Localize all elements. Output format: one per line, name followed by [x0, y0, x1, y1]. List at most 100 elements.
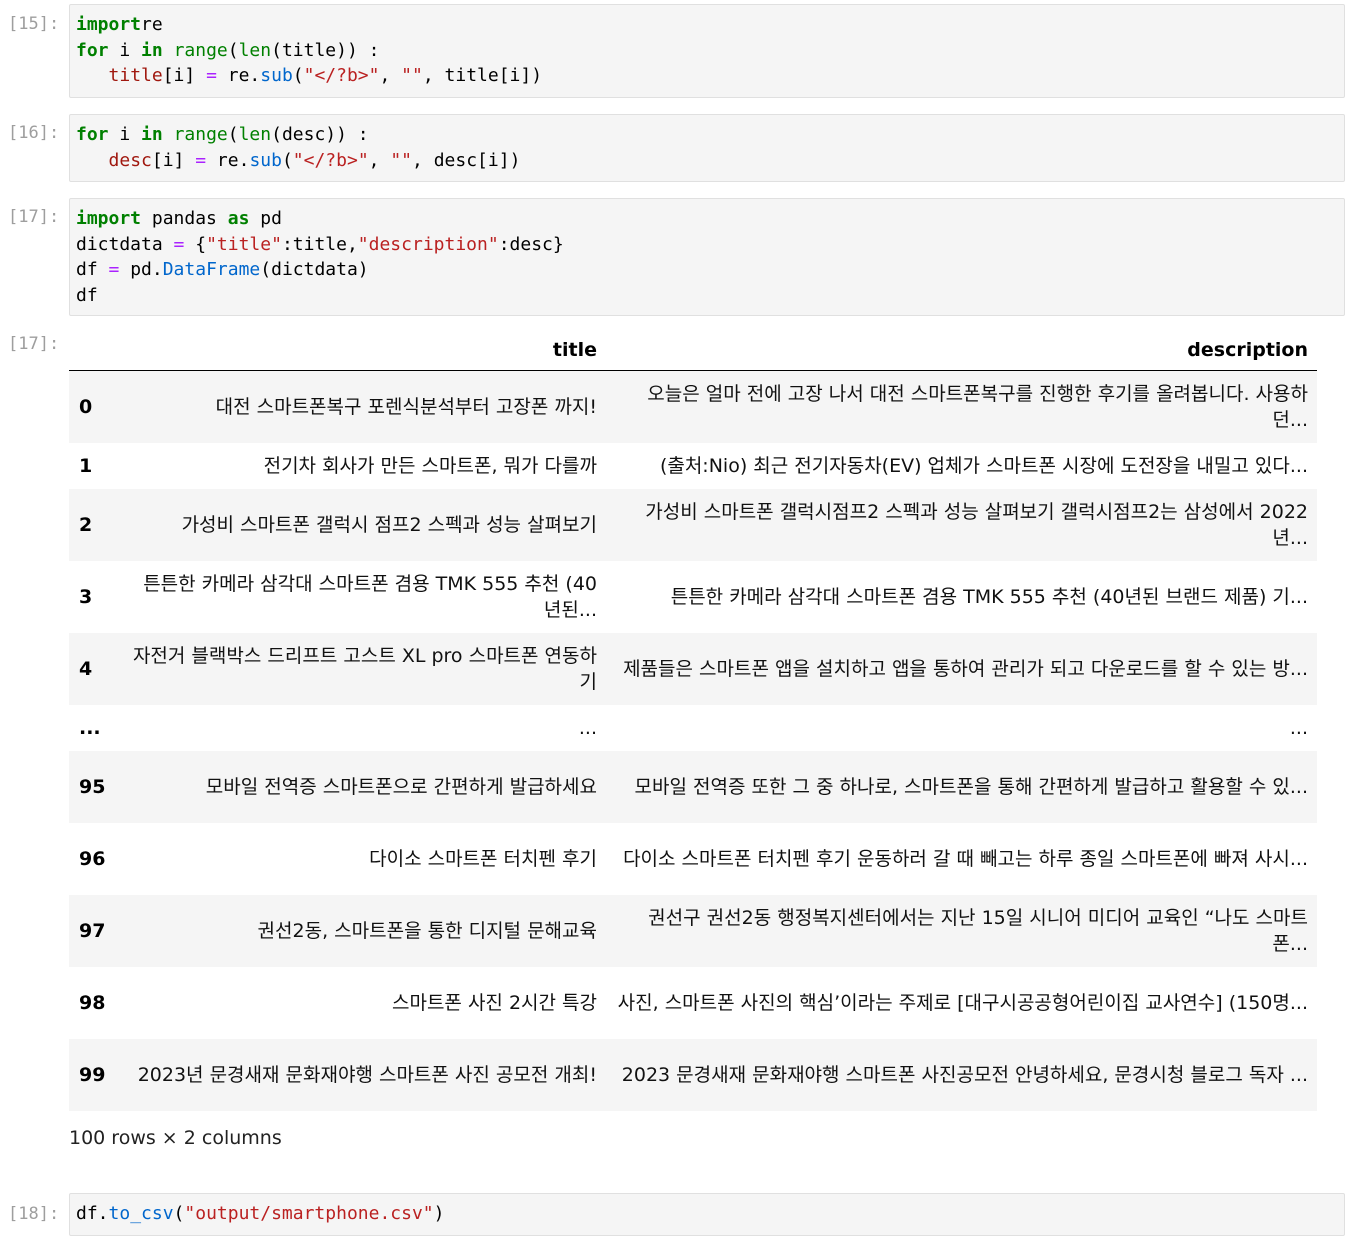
code-token: to_csv: [108, 1203, 174, 1224]
code-token: =: [108, 259, 120, 280]
row-index: 1: [79, 454, 93, 477]
cell-description: 가성비 스마트폰 갤럭시점프2 스펙과 성능 살펴보기 갤럭시점프2는 삼성에서…: [645, 500, 1308, 549]
code-cell-source[interactable]: import pandas as pd dictdata = {"title":t…: [70, 199, 1344, 315]
cell-title: 다이소 스마트폰 터치펜 후기: [369, 847, 597, 870]
code-cell-16[interactable]: for i in range(len(desc)) : desc[i] = re…: [69, 114, 1345, 182]
table-row: 1 전기차 회사가 만든 스마트폰, 뭐가 다를까 (출처:Nio) 최근 전기자동…: [69, 442, 1317, 489]
code-cell-15[interactable]: importre for i in range(len(title)) : tit…: [69, 4, 1345, 98]
code-line: df: [76, 283, 1338, 309]
cell-description: 모바일 전역증 또한 그 중 하나로, 스마트폰을 통해 간편하게 발급하고 활…: [634, 775, 1308, 798]
code-token: re: [141, 14, 163, 35]
column-header-description: description: [606, 330, 1317, 371]
cell-description: ...: [1289, 716, 1308, 739]
cell-description: (출처:Nio) 최근 전기자동차(EV) 업체가 스마트폰 시장에 도전장을 …: [659, 454, 1308, 477]
row-index: 2: [79, 513, 93, 536]
row-index: 95: [79, 775, 106, 798]
code-token: df: [76, 259, 109, 280]
row-index: 97: [79, 919, 106, 942]
code-cell-source[interactable]: importre for i in range(len(title)) : tit…: [70, 5, 1344, 96]
code-token: (: [281, 149, 293, 171]
row-index: 0: [79, 395, 93, 418]
code-token: [i]: [151, 149, 196, 171]
code-token: (: [173, 1203, 185, 1224]
code-token: (title)) :: [271, 39, 380, 61]
code-token: dictdata: [76, 233, 174, 255]
code-token: in: [141, 39, 163, 61]
cell-prompt-18: [18]:: [8, 1204, 60, 1224]
code-token: import: [76, 208, 142, 229]
cell-title: 스마트폰 사진 2시간 특강: [391, 991, 597, 1014]
code-token: re.: [216, 65, 261, 86]
code-token: re.: [206, 149, 250, 171]
code-token: "description": [357, 233, 499, 255]
code-token: =: [173, 233, 185, 255]
cell-title: 대전 스마트폰복구 포렌식분석부터 고장폰 까지!: [215, 395, 597, 418]
cell-description: 다이소 스마트폰 터치펜 후기 운동하러 갈 때 빼고는 하루 종일 스마트폰에…: [623, 847, 1308, 870]
index-header: [69, 330, 121, 371]
code-cell-source[interactable]: for i in range(len(desc)) : desc[i] = re…: [70, 115, 1344, 180]
code-cell-17[interactable]: import pandas as pd dictdata = {"title":t…: [69, 198, 1345, 316]
code-token: DataFrame: [162, 259, 261, 280]
code-token: "</?b>": [292, 149, 369, 171]
code-token: ,: [379, 65, 402, 86]
code-token: df: [76, 284, 98, 306]
row-index: 98: [79, 991, 106, 1014]
code-token: df.: [76, 1203, 109, 1224]
table-row: 98 스마트폰 사진 2시간 특강 사진, 스마트폰 사진의 핵심’이라는 주제로 …: [69, 966, 1317, 1039]
code-token: pandas: [141, 208, 228, 229]
table-row: 3 튼튼한 카메라 삼각대 스마트폰 겸용 TMK 555 추천 (40년된...…: [69, 560, 1317, 633]
cell-title: 2023년 문경새재 문화재야행 스마트폰 사진 공모전 개최!: [137, 1063, 597, 1086]
table-row: 4 자전거 블랙박스 드리프트 고스트 XL pro 스마트폰 연동하기 제품들은 …: [69, 632, 1317, 705]
code-token: {: [184, 233, 207, 255]
row-index: 99: [79, 1063, 106, 1086]
row-index: 3: [79, 585, 93, 608]
code-token: (: [227, 124, 239, 145]
code-token: sub: [260, 65, 293, 86]
row-index: 96: [79, 847, 106, 870]
dataframe-shape: 100 rows × 2 columns: [69, 1127, 282, 1149]
table-row: 99 2023년 문경새재 문화재야행 스마트폰 사진 공모전 개최! 2023 문…: [69, 1038, 1317, 1111]
code-cell-source[interactable]: df.to_csv("output/smartphone.csv"): [70, 1194, 1344, 1234]
code-token: desc: [108, 149, 152, 171]
code-line: for i in range(len(title)) :: [76, 38, 1338, 64]
cell-title: ...: [578, 716, 597, 739]
code-line: for i in range(len(desc)) :: [76, 122, 1338, 148]
dataframe-output: title description 0 대전 스마트폰복구 포렌식분석부터 고장폰…: [69, 330, 1317, 1111]
cell-title: 권선2동, 스마트폰을 통한 디지털 문해교육: [257, 919, 597, 942]
code-line: import pandas as pd: [76, 206, 1338, 232]
code-token: "</?b>": [303, 65, 380, 86]
cell-description: 권선구 권선2동 행정복지센터에서는 지난 15일 시니어 미디어 교육인 “나…: [648, 906, 1308, 955]
cell-title: 모바일 전역증 스마트폰으로 간편하게 발급하세요: [205, 775, 597, 798]
code-token: as: [227, 208, 250, 229]
code-token: (desc)) :: [271, 124, 369, 145]
cell-prompt-15: [15]:: [8, 14, 60, 34]
code-token: (: [292, 65, 304, 86]
code-token: =: [206, 65, 217, 86]
code-token: for: [76, 39, 109, 61]
dataframe-table: title description 0 대전 스마트폰복구 포렌식분석부터 고장폰…: [69, 330, 1317, 1111]
code-line: importre: [76, 12, 1338, 38]
code-token: sub: [249, 149, 282, 171]
code-token: "title": [206, 233, 282, 255]
code-line: dictdata = {"title":title,"description":…: [76, 232, 1338, 258]
code-token: , desc[i]): [412, 149, 521, 171]
code-cell-18[interactable]: df.to_csv("output/smartphone.csv"): [69, 1193, 1345, 1236]
cell-description: 제품들은 스마트폰 앱을 설치하고 앱을 통하여 관리가 되고 다운로드를 할 …: [623, 657, 1308, 680]
table-row: 97 권선2동, 스마트폰을 통한 디지털 문해교육 권선구 권선2동 행정복지센터…: [69, 894, 1317, 967]
code-token: =: [195, 149, 207, 171]
code-token: import: [76, 14, 142, 35]
cell-title: 튼튼한 카메라 삼각대 스마트폰 겸용 TMK 555 추천 (40년된...: [143, 572, 597, 621]
code-line: df = pd.DataFrame(dictdata): [76, 257, 1338, 283]
code-token: pd: [249, 208, 282, 229]
cell-title: 가성비 스마트폰 갤럭시 점프2 스펙과 성능 살펴보기: [181, 513, 597, 536]
cell-title: 전기차 회사가 만든 스마트폰, 뭐가 다를까: [263, 454, 597, 477]
code-token: len: [238, 39, 272, 61]
code-token: "": [401, 65, 423, 86]
code-token: title: [108, 65, 163, 86]
code-token: :title,: [281, 233, 358, 255]
code-token: len: [238, 124, 272, 145]
